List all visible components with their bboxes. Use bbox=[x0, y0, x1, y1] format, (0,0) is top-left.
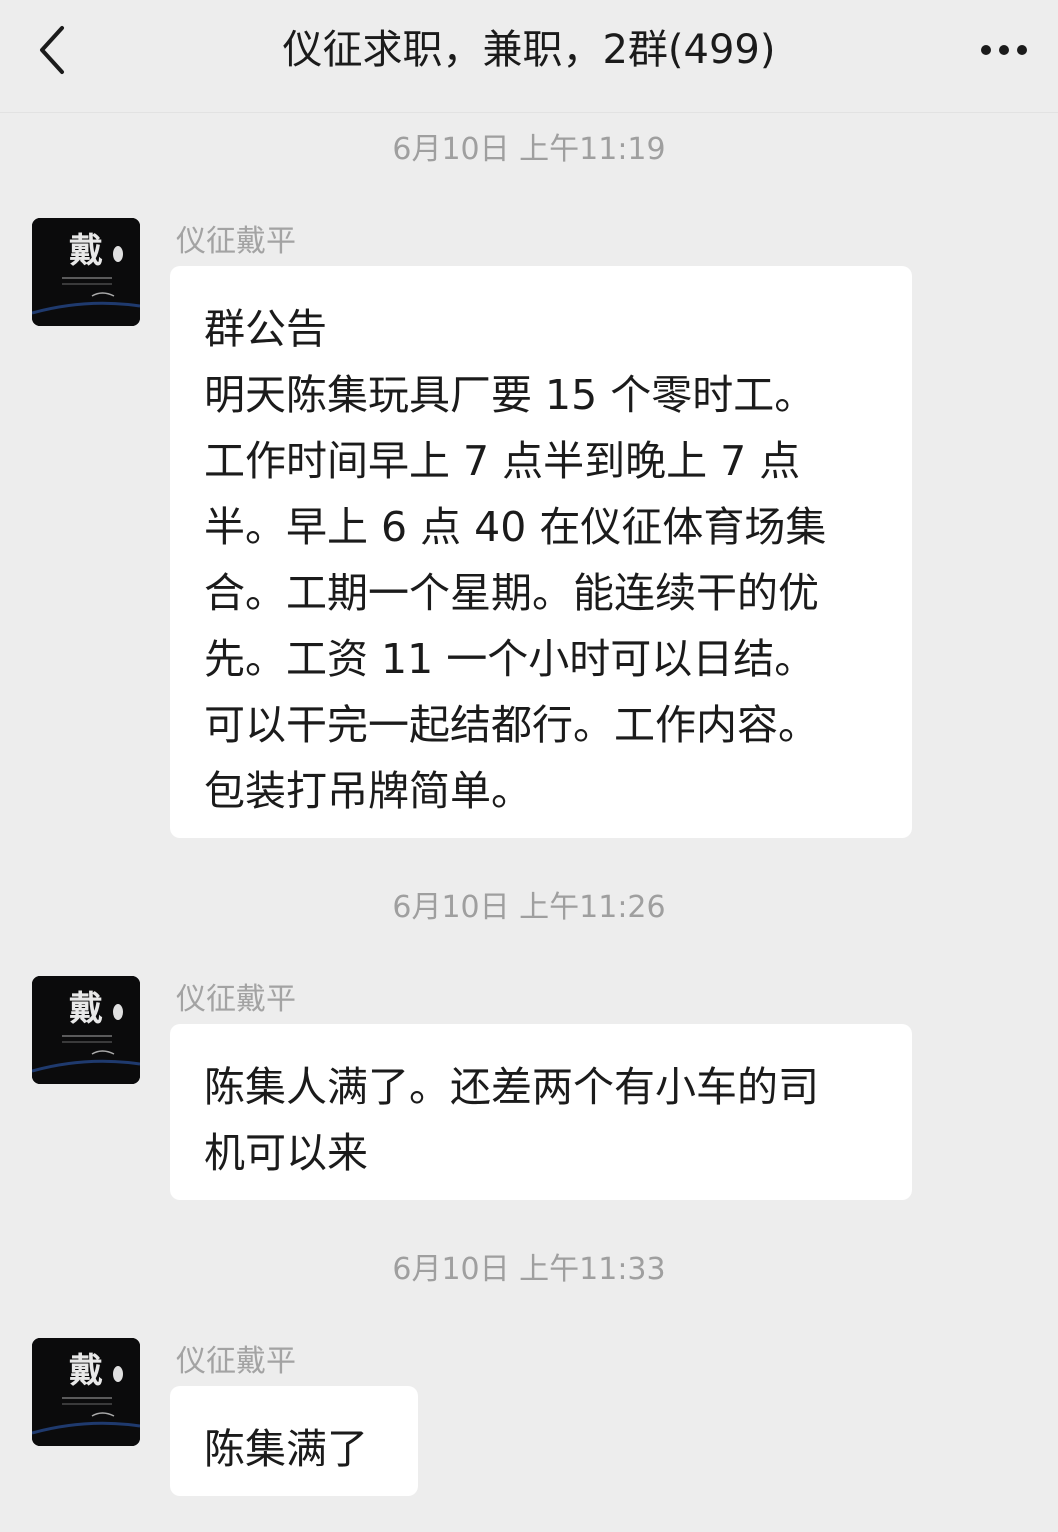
avatar-seal-text: 戴 bbox=[69, 231, 103, 271]
message-bubble[interactable]: 陈集满了 bbox=[170, 1386, 418, 1496]
message-line: 合。工期一个星期。能连续干的优 bbox=[204, 569, 819, 617]
avatar-seal-text: 戴 bbox=[69, 989, 103, 1029]
avatar[interactable]: 戴 bbox=[32, 218, 140, 326]
message-timestamp: 6月10日 上午11:19 bbox=[392, 132, 666, 167]
message-line: 群公告 bbox=[204, 305, 327, 353]
avatar-image: 戴 bbox=[32, 1338, 140, 1446]
avatar-image: 戴 bbox=[32, 218, 140, 326]
message-bubble[interactable]: 陈集人满了。还差两个有小车的司 机可以来 bbox=[170, 1024, 912, 1200]
message-line: 机可以来 bbox=[204, 1129, 368, 1177]
message-timestamp: 6月10日 上午11:26 bbox=[392, 890, 666, 925]
message-line: 陈集满了 bbox=[204, 1425, 368, 1473]
message-line: 包装打吊牌简单。 bbox=[204, 767, 532, 815]
message-line: 工作时间早上 7 点半到晚上 7 点 bbox=[204, 437, 801, 485]
chat-title: 仪征求职，兼职，2群(499) bbox=[282, 27, 776, 73]
avatar-image: 戴 bbox=[32, 976, 140, 1084]
avatar-seal-text: 戴 bbox=[69, 1351, 103, 1391]
sender-name: 仪征戴平 bbox=[176, 1344, 296, 1379]
sender-name: 仪征戴平 bbox=[176, 982, 296, 1017]
message-line: 半。早上 6 点 40 在仪征体育场集 bbox=[204, 503, 827, 551]
more-button[interactable] bbox=[972, 22, 1036, 78]
message-timestamp: 6月10日 上午11:33 bbox=[392, 1252, 666, 1287]
chat-header: 仪征求职，兼职，2群(499) bbox=[0, 0, 1058, 113]
chevron-left-icon bbox=[40, 26, 64, 74]
back-button[interactable] bbox=[22, 18, 86, 82]
sender-name: 仪征戴平 bbox=[176, 224, 296, 259]
message-line: 明天陈集玩具厂要 15 个零时工。 bbox=[204, 371, 816, 419]
message-line: 可以干完一起结都行。工作内容。 bbox=[204, 701, 819, 749]
avatar[interactable]: 戴 bbox=[32, 1338, 140, 1446]
more-horizontal-icon bbox=[981, 45, 1027, 55]
avatar[interactable]: 戴 bbox=[32, 976, 140, 1084]
message-line: 陈集人满了。还差两个有小车的司 bbox=[204, 1063, 819, 1111]
message-bubble[interactable]: 群公告 明天陈集玩具厂要 15 个零时工。 工作时间早上 7 点半到晚上 7 点… bbox=[170, 266, 912, 838]
message-line: 先。工资 11 一个小时可以日结。 bbox=[204, 635, 816, 683]
